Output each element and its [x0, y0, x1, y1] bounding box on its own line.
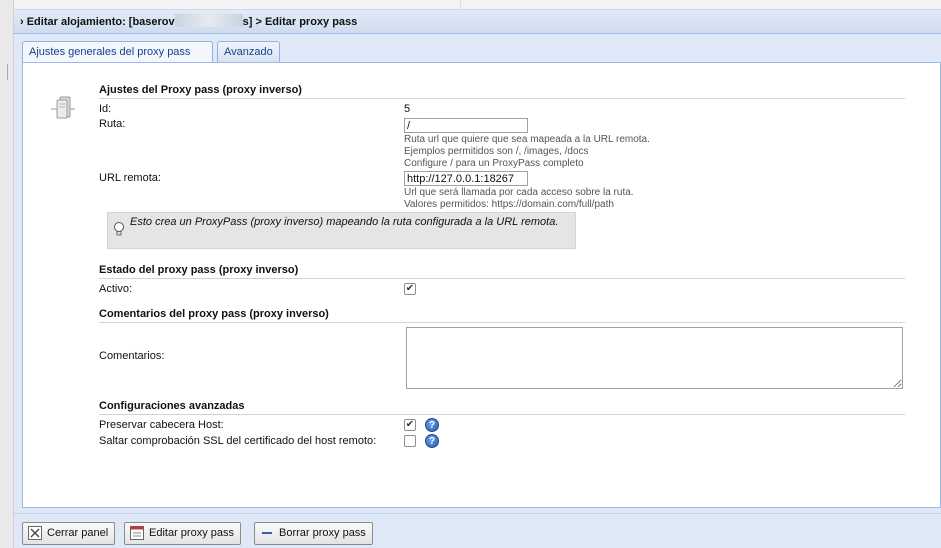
route-help-line: Ejemplos permitidos son /, /images, /doc… [404, 146, 589, 157]
comments-label: Comentarios: [99, 350, 165, 362]
skip-ssl-label: Saltar comprobación SSL del certificado … [99, 435, 377, 447]
remote-url-label: URL remota: [99, 172, 161, 184]
edit-proxy-pass-button[interactable]: Editar proxy pass [124, 522, 241, 545]
header-title-prefix: › Editar alojamiento: [baserov [20, 16, 175, 28]
question-icon[interactable]: ? [425, 418, 439, 432]
tab-advanced[interactable]: Avanzado [217, 41, 280, 63]
delete-icon [262, 532, 272, 534]
section-title-state: Estado del proxy pass (proxy inverso) [99, 264, 905, 279]
left-rail [0, 0, 14, 548]
delete-proxy-pass-label: Borrar proxy pass [279, 527, 366, 539]
edit-panel: › Editar alojamiento: [baserov s] > Edita… [14, 0, 941, 548]
remote-url-input[interactable] [404, 171, 528, 186]
header-title-suffix: s] > Editar proxy pass [242, 16, 358, 28]
server-icon [51, 96, 75, 119]
top-separator [460, 0, 461, 10]
id-label: Id: [99, 103, 112, 115]
active-checkbox[interactable]: ✔ [404, 283, 416, 295]
id-value: 5 [404, 103, 411, 115]
footer-toolbar: Cerrar panel Editar proxy pass Borrar pr… [14, 513, 941, 548]
active-label: Activo: [99, 283, 133, 295]
info-tip-text: Esto crea un ProxyPass (proxy inverso) m… [130, 216, 559, 228]
remote-help-line: Url que será llamada por cada acceso sob… [404, 187, 634, 198]
tab-content: Ajustes del Proxy pass (proxy inverso) I… [22, 62, 941, 508]
route-help: Ruta url que quiere que sea mapeada a la… [404, 134, 650, 170]
edit-icon [130, 526, 144, 540]
close-panel-button[interactable]: Cerrar panel [22, 522, 116, 545]
route-help-line: Configure / para un ProxyPass completo [404, 158, 584, 169]
rail-handle[interactable] [7, 64, 8, 80]
panel-header: › Editar alojamiento: [baserov s] > Edita… [14, 10, 941, 34]
info-tip: Esto crea un ProxyPass (proxy inverso) m… [107, 212, 576, 249]
question-icon[interactable]: ? [425, 434, 439, 448]
route-help-line: Ruta url que quiere que sea mapeada a la… [404, 134, 650, 145]
delete-proxy-pass-button[interactable]: Borrar proxy pass [254, 522, 373, 545]
tab-general[interactable]: Ajustes generales del proxy pass [22, 41, 213, 63]
edit-proxy-pass-label: Editar proxy pass [149, 527, 234, 539]
remote-url-help: Url que será llamada por cada acceso sob… [404, 187, 634, 211]
lightbulb-icon [114, 222, 124, 236]
top-strip [14, 0, 941, 10]
skip-ssl-checkbox[interactable] [404, 435, 416, 447]
comments-textarea[interactable] [406, 327, 903, 389]
preserve-host-checkbox[interactable]: ✔ [404, 419, 416, 431]
remote-help-line: Valores permitidos: https://domain.com/f… [404, 199, 614, 210]
route-input[interactable] [404, 118, 528, 133]
close-panel-label: Cerrar panel [47, 527, 109, 539]
route-label: Ruta: [99, 118, 126, 130]
section-title-comments: Comentarios del proxy pass (proxy invers… [99, 308, 905, 323]
redacted-area [174, 14, 243, 27]
section-title-settings: Ajustes del Proxy pass (proxy inverso) [99, 84, 905, 99]
section-title-advanced: Configuraciones avanzadas [99, 400, 905, 415]
close-icon [28, 526, 42, 540]
preserve-host-label: Preservar cabecera Host: [99, 419, 224, 431]
